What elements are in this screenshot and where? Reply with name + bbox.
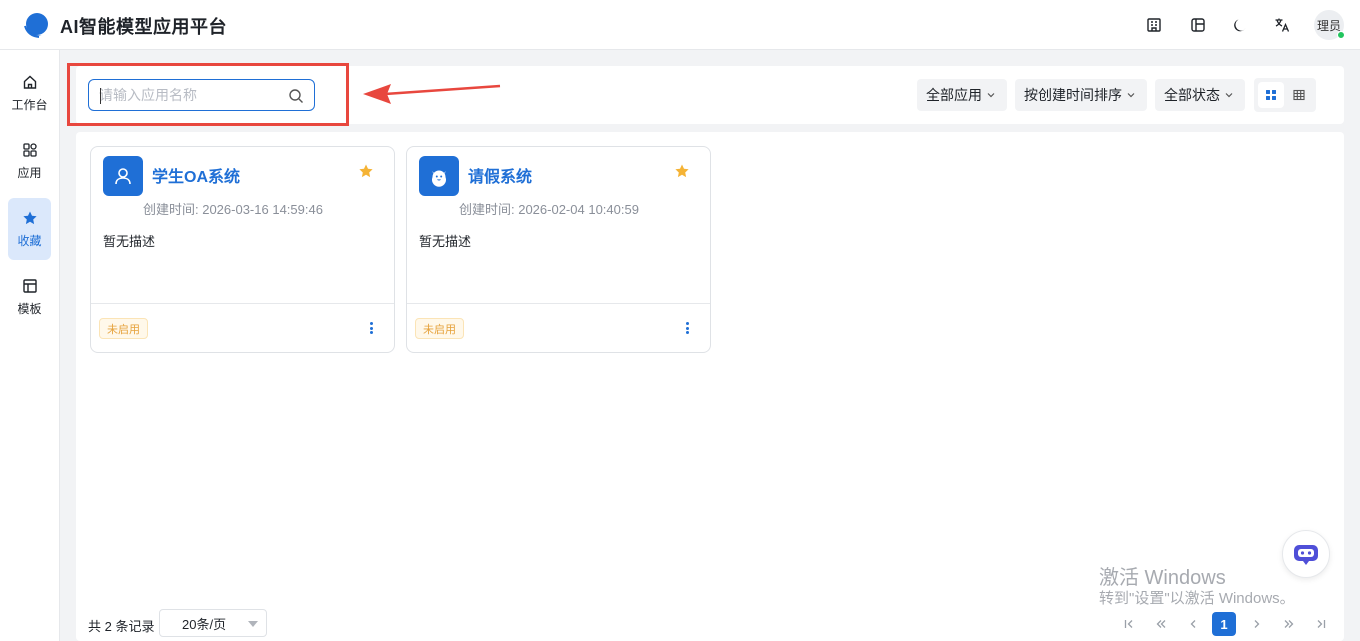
app-card[interactable]: 学生OA系统 创建时间: 2026-03-16 14:59:46 暂无描述 未启… [90, 146, 395, 353]
prev-five-button[interactable] [1149, 612, 1173, 636]
bot-face-icon [419, 156, 459, 196]
more-vertical-icon[interactable] [368, 319, 374, 337]
sort-dropdown[interactable]: 按创建时间排序 [1015, 79, 1147, 111]
template-icon [22, 278, 37, 293]
annotation-highlight-box [67, 63, 349, 126]
page-number-current[interactable]: 1 [1212, 612, 1236, 636]
activation-watermark-subtitle: 转到"设置"以激活 Windows。 [1099, 590, 1295, 607]
page-size-select[interactable]: 20条/页 [159, 609, 267, 637]
app-card[interactable]: 请假系统 创建时间: 2026-02-04 10:40:59 暂无描述 未启用 [406, 146, 711, 353]
ai-assistant-button[interactable] [1282, 530, 1330, 578]
app-filter-label: 全部应用 [926, 87, 982, 103]
page-size-value: 20条/页 [182, 616, 227, 632]
user-icon [103, 156, 143, 196]
sidebar-item-apps[interactable]: 应用 [8, 130, 51, 192]
star-icon[interactable] [358, 163, 374, 179]
first-page-button[interactable] [1117, 612, 1141, 636]
sidebar-item-workbench[interactable]: 工作台 [8, 62, 51, 124]
layout-icon[interactable] [1188, 15, 1208, 35]
activation-watermark-title: 激活 Windows [1099, 567, 1226, 589]
view-mode-toggle [1254, 78, 1316, 112]
sidebar-item-label: 收藏 [17, 233, 42, 248]
table-view-button[interactable] [1286, 82, 1312, 108]
apps-icon [22, 142, 37, 157]
avatar[interactable]: 理员 [1314, 10, 1345, 40]
sidebar-item-label: 工作台 [11, 97, 48, 112]
building-icon[interactable] [1144, 15, 1164, 35]
next-page-button[interactable] [1245, 612, 1269, 636]
last-page-button[interactable] [1309, 612, 1333, 636]
translate-icon[interactable] [1272, 15, 1292, 35]
caret-down-icon [248, 621, 258, 627]
avatar-text: 理员 [1316, 18, 1341, 33]
next-five-button[interactable] [1277, 612, 1301, 636]
robot-chat-icon [1294, 545, 1318, 565]
status-filter-dropdown[interactable]: 全部状态 [1155, 79, 1245, 111]
app-title: AI智能模型应用平台 [60, 17, 227, 37]
app-card-title[interactable]: 请假系统 [468, 163, 532, 187]
chevron-left-icon [1190, 620, 1196, 628]
moon-icon[interactable] [1230, 15, 1250, 35]
sidebar-item-label: 模板 [17, 301, 42, 316]
prev-page-button[interactable] [1181, 612, 1205, 636]
table-icon [1293, 89, 1305, 101]
app-card-created-time: 创建时间: 2026-02-04 10:40:59 [459, 202, 639, 217]
app-card-description: 暂无描述 [419, 234, 472, 249]
sort-label: 按创建时间排序 [1024, 87, 1122, 103]
grid-view-button[interactable] [1258, 82, 1284, 108]
app-card-description: 暂无描述 [103, 234, 156, 249]
sidebar-item-favorites[interactable]: 收藏 [8, 198, 51, 260]
app-filter-dropdown[interactable]: 全部应用 [917, 79, 1007, 111]
top-header: AI智能模型应用平台 理员 [0, 0, 1360, 50]
divider [91, 303, 394, 304]
chevron-down-icon [987, 93, 995, 98]
logo-icon [24, 13, 48, 38]
last-page-icon [1317, 620, 1326, 628]
status-badge: 未启用 [99, 318, 148, 339]
divider [407, 303, 710, 304]
double-chevron-right-icon [1284, 620, 1294, 628]
status-badge: 未启用 [415, 318, 464, 339]
first-page-icon [1124, 620, 1133, 628]
chevron-down-icon [1225, 93, 1233, 98]
app-card-created-time: 创建时间: 2026-03-16 14:59:46 [143, 202, 323, 217]
total-records: 共 2 条记录 [88, 619, 155, 634]
annotation-arrow-icon [363, 84, 501, 104]
chevron-right-icon [1254, 620, 1260, 628]
star-icon[interactable] [674, 163, 690, 179]
sidebar-item-label: 应用 [17, 165, 42, 180]
more-vertical-icon[interactable] [684, 319, 690, 337]
star-icon [22, 211, 37, 224]
chevron-down-icon [1127, 93, 1135, 98]
online-status-dot [1337, 31, 1345, 39]
status-filter-label: 全部状态 [1164, 87, 1220, 103]
grid-icon [1266, 90, 1276, 100]
app-card-title[interactable]: 学生OA系统 [152, 163, 240, 187]
double-chevron-left-icon [1156, 620, 1166, 628]
sidebar: 工作台 应用 收藏 模板 [0, 50, 60, 641]
home-icon [23, 75, 36, 89]
sidebar-item-templates[interactable]: 模板 [8, 266, 51, 328]
